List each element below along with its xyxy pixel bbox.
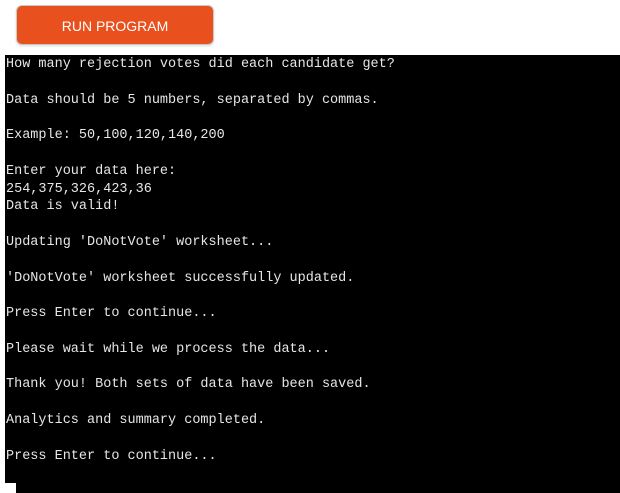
- terminal[interactable]: How many rejection votes did each candid…: [5, 55, 620, 483]
- terminal-line: Example: 50,100,120,140,200: [6, 128, 225, 144]
- terminal-line: Press Enter to continue...: [6, 306, 217, 322]
- terminal-output: How many rejection votes did each candid…: [6, 56, 620, 465]
- terminal-line: Thank you! Both sets of data have been s…: [6, 377, 371, 393]
- terminal-bottom-edge: [16, 483, 620, 493]
- terminal-line: Press Enter to continue...: [6, 448, 217, 464]
- terminal-line: Analytics and summary completed.: [6, 412, 266, 428]
- run-program-button[interactable]: RUN PROGRAM: [16, 5, 214, 45]
- terminal-line: Updating 'DoNotVote' worksheet...: [6, 234, 274, 250]
- terminal-line: How many rejection votes did each candid…: [6, 57, 395, 72]
- terminal-line: 'DoNotVote' worksheet successfully updat…: [6, 270, 355, 286]
- terminal-line: Please wait while we process the data...: [6, 341, 331, 357]
- terminal-line: Data is valid!: [6, 199, 120, 215]
- terminal-line: Data should be 5 numbers, separated by c…: [6, 92, 379, 108]
- terminal-line: Enter your data here:: [6, 163, 177, 179]
- terminal-line: 254,375,326,423,36: [6, 181, 152, 197]
